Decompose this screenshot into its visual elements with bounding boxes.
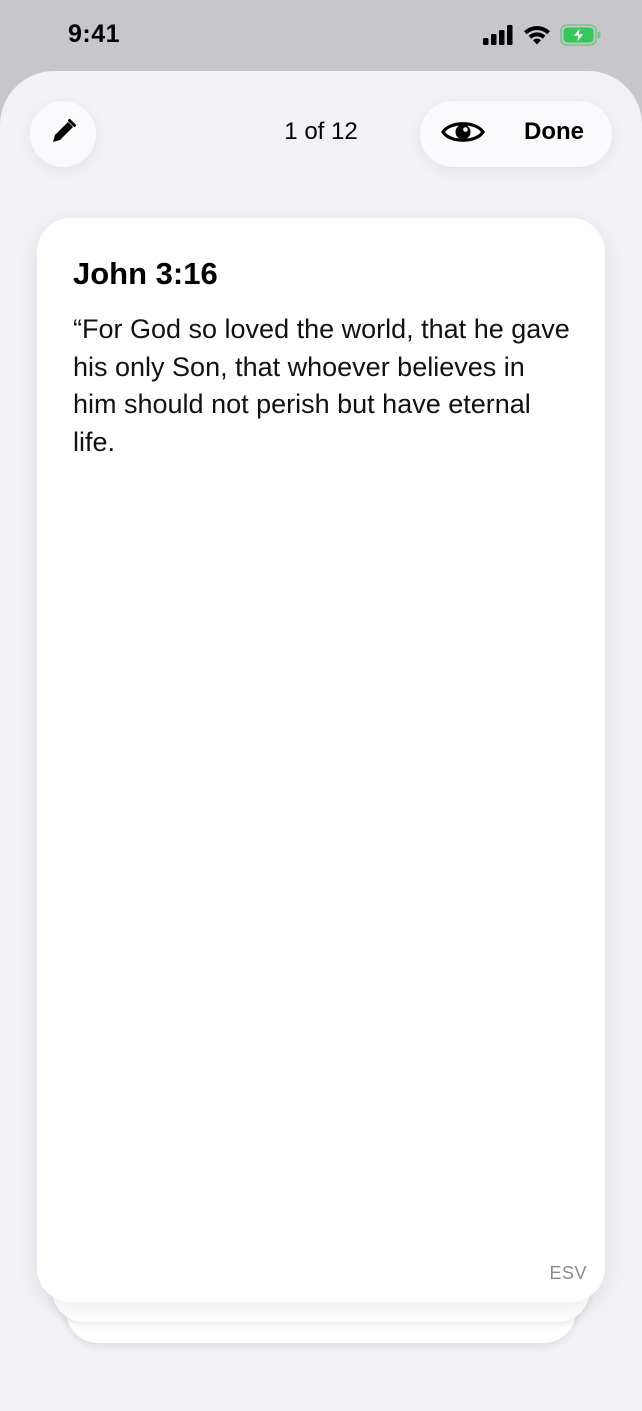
battery-charging-icon bbox=[560, 24, 602, 51]
verse-text: “For God so loved the world, that he gav… bbox=[73, 314, 570, 457]
status-time: 9:41 bbox=[68, 20, 121, 48]
signal-icon bbox=[483, 25, 514, 50]
translation-label: ESV bbox=[549, 1263, 587, 1283]
eye-icon bbox=[440, 117, 486, 152]
status-bar: 9:41 bbox=[0, 0, 642, 70]
status-icons bbox=[483, 24, 602, 51]
verse-reference: John 3:16 bbox=[73, 256, 218, 291]
preview-button[interactable] bbox=[436, 113, 490, 155]
edit-button[interactable] bbox=[30, 101, 96, 167]
page-counter: 1 of 12 bbox=[284, 118, 358, 145]
verse-card[interactable]: John 3:16 “For God so loved the world, t… bbox=[37, 218, 605, 1302]
done-button[interactable]: Done bbox=[524, 118, 584, 146]
pencil-icon bbox=[48, 117, 78, 152]
wifi-icon bbox=[523, 25, 551, 50]
